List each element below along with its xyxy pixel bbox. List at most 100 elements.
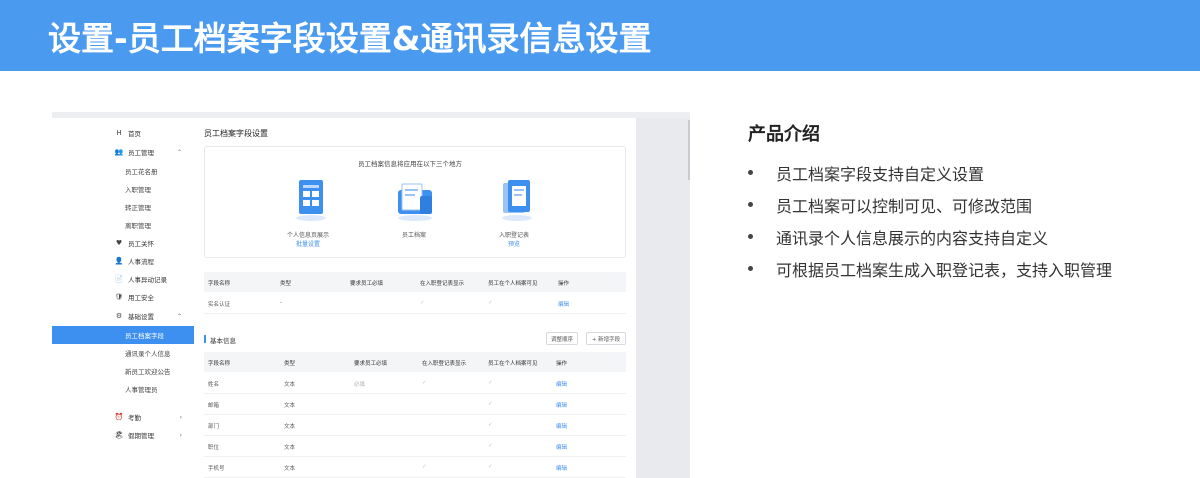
document-icon: 📄 (114, 275, 124, 283)
edit-link[interactable]: 编辑 (556, 443, 567, 451)
sidebar-item-home[interactable]: H 首页 (52, 124, 194, 142)
edit-link[interactable]: 编辑 (556, 380, 567, 388)
field-name-cell: 部门 (208, 424, 220, 430)
sidebar-item-hr-process[interactable]: 👤 人事流程 (52, 252, 194, 270)
visible-check[interactable]: ✓ (488, 464, 493, 470)
sidebar-subitem-regularization[interactable]: 转正管理 (52, 198, 194, 216)
sidebar-item-leave[interactable]: 🏖 假期管理 › (52, 426, 194, 444)
column-header: 操作 (558, 281, 570, 287)
visible-check[interactable]: ✓ (488, 380, 493, 386)
field-type-cell: 文本 (284, 466, 296, 472)
adjust-order-button[interactable]: 调整顺序 (546, 332, 578, 345)
bullet-dot-icon (748, 266, 753, 271)
chevron-right-icon: › (179, 431, 182, 439)
edit-link[interactable]: 编辑 (558, 300, 569, 308)
sidebar-subitem-hr-admins[interactable]: 人事管理员 (52, 380, 194, 398)
add-field-button[interactable]: + 新增字段 (586, 332, 626, 345)
chevron-up-icon: ⌃ (176, 312, 182, 320)
sidebar-item-label: 考勤 (128, 414, 141, 422)
show-registration-check[interactable]: ✓ (420, 300, 425, 306)
table-header: 字段名称 类型 要求员工必填 在入职登记表显示 员工在个人档案可见 操作 (204, 272, 626, 292)
scrollbar-track[interactable] (636, 118, 690, 478)
profile-page-icon (296, 180, 326, 221)
table-row: 姓名 文本 必填 ✓ ✓ 编辑 (204, 373, 626, 394)
field-type-cell: - (280, 300, 282, 306)
column-header: 在入职登记表显示 (420, 281, 465, 287)
field-name-cell: 手机号 (208, 466, 225, 472)
page-title: 员工档案字段设置 (204, 129, 268, 138)
sidebar-item-label: 人事异动记录 (128, 276, 167, 284)
users-icon: 👥 (114, 148, 124, 156)
edit-link[interactable]: 编辑 (556, 422, 567, 430)
sidebar-subitem-contacts-info[interactable]: 通讯录个人信息 (52, 344, 194, 362)
chevron-up-icon: ⌃ (176, 148, 182, 156)
column-header: 在入职登记表显示 (422, 361, 467, 367)
field-type-cell: 文本 (284, 445, 296, 451)
sidebar-item-employment-safety[interactable]: 🛡 用工安全 (52, 288, 194, 306)
sidebar-item-attendance[interactable]: ⏰ 考勤 › (52, 408, 194, 426)
person-icon: 👤 (114, 257, 124, 265)
column-header: 要求员工必填 (350, 281, 384, 287)
visible-check[interactable]: ✓ (488, 443, 493, 449)
column-header: 员工在个人档案可见 (488, 361, 538, 367)
field-type-cell: 文本 (284, 403, 296, 409)
field-name-cell: 实名认证 (208, 302, 231, 308)
home-icon: H (116, 129, 122, 137)
heart-icon: ♥ (115, 239, 123, 247)
gear-icon: ⚙ (115, 312, 123, 320)
sidebar-subitem-welcome-notice[interactable]: 新员工欢迎公告 (52, 362, 194, 380)
table-row: 手机号 文本 ✓ ✓ 编辑 (204, 457, 626, 478)
section-accent-bar (204, 335, 206, 343)
column-header: 操作 (556, 361, 568, 367)
shield-icon: 🛡 (114, 293, 124, 301)
intro-bullet-text: 通讯录个人信息展示的内容支持自定义 (776, 229, 1049, 248)
intro-bullet-list: 员工档案字段支持自定义设置 员工档案可以控制可见、可修改范围 通讯录个人信息展示… (748, 157, 1112, 285)
sidebar-item-label: 假期管理 (128, 432, 154, 440)
sidebar-item-label: 人事流程 (128, 258, 154, 266)
edit-link[interactable]: 编辑 (556, 464, 567, 472)
visible-check[interactable]: ✓ (488, 401, 493, 407)
required-cell[interactable]: 必填 (354, 380, 365, 388)
show-registration-check[interactable]: ✓ (422, 464, 427, 470)
preview-link[interactable]: 预览 (474, 239, 554, 248)
column-header: 字段名称 (208, 361, 231, 367)
sidebar-item-label: 员工管理 (128, 149, 154, 157)
bullet-dot-icon (748, 234, 753, 239)
batch-settings-link[interactable]: 批量设置 (268, 239, 348, 248)
intro-title: 产品介绍 (748, 124, 820, 145)
sidebar-item-basic-settings[interactable]: ⚙ 基础设置 ⌃ (52, 307, 194, 325)
scrollbar-thumb[interactable] (688, 120, 690, 180)
sidebar-subitem-offboarding[interactable]: 离职管理 (52, 216, 194, 234)
column-header: 类型 (284, 361, 296, 367)
intro-bullet: 员工档案可以控制可见、可修改范围 (748, 189, 1112, 221)
place-caption-profile: 个人信息页展示 (286, 232, 329, 239)
sidebar-item-label: 员工关怀 (128, 240, 154, 248)
visible-check[interactable]: ✓ (488, 422, 493, 428)
column-header: 员工在个人档案可见 (488, 281, 538, 287)
field-type-cell: 文本 (284, 382, 296, 388)
sidebar-item-hr-changes[interactable]: 📄 人事异动记录 (52, 270, 194, 288)
bullet-dot-icon (748, 170, 753, 175)
edit-link[interactable]: 编辑 (556, 401, 567, 409)
sidebar-item-label: 基础设置 (128, 313, 154, 321)
column-header: 字段名称 (208, 281, 231, 287)
sidebar-item-label: 首页 (128, 130, 141, 138)
sidebar-item-employee-management[interactable]: 👥 员工管理 ⌃ (52, 143, 194, 161)
column-header: 要求员工必填 (354, 361, 388, 367)
bullet-dot-icon (748, 202, 753, 207)
banner-title: 设置-员工档案字段设置&通讯录信息设置 (48, 19, 652, 58)
sidebar-subitem-onboarding[interactable]: 入职管理 (52, 180, 194, 198)
clock-icon: ⏰ (114, 413, 124, 421)
sidebar-item-employee-care[interactable]: ♥ 员工关怀 (52, 234, 194, 252)
intro-bullet: 可根据员工档案生成入职登记表，支持入职管理 (748, 253, 1112, 285)
field-type-cell: 文本 (284, 424, 296, 430)
show-registration-check[interactable]: ✓ (422, 380, 427, 386)
usage-card-title: 员工档案信息将应用在以下三个地方 (358, 160, 462, 168)
visible-check[interactable]: ✓ (488, 300, 493, 306)
sidebar-subitem-roster[interactable]: 员工花名册 (52, 162, 194, 180)
table-row: 职位 文本 ✓ 编辑 (204, 436, 626, 457)
sidebar-item-label: 用工安全 (128, 294, 154, 302)
intro-bullet-text: 员工档案字段支持自定义设置 (776, 165, 985, 184)
holiday-icon: 🏖 (114, 431, 124, 439)
sidebar-subitem-employee-fields[interactable]: 员工档案字段 (52, 326, 194, 344)
